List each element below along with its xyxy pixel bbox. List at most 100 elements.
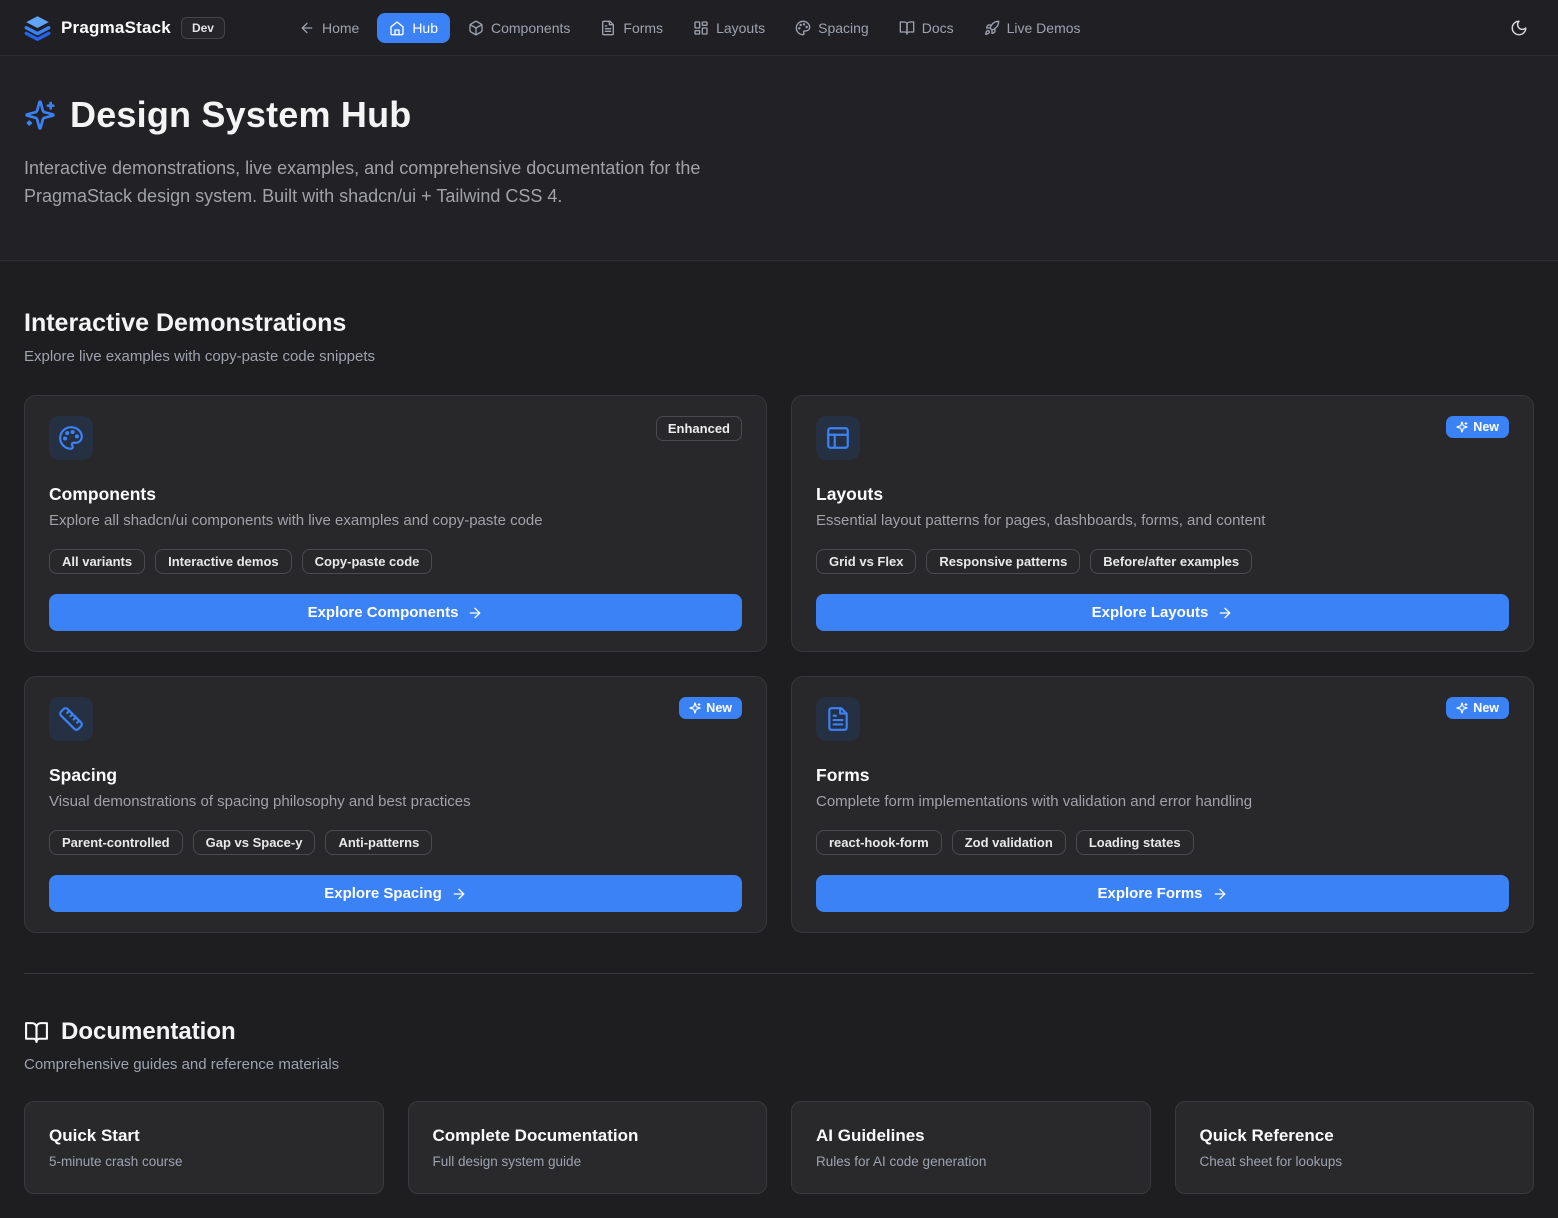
demos-section: Interactive Demonstrations Explore live …	[24, 309, 1534, 933]
nav-label: Docs	[922, 20, 954, 36]
ruler-icon	[49, 697, 93, 741]
doc-card-quick-start[interactable]: Quick Start 5-minute crash course	[24, 1101, 384, 1194]
nav-item-components[interactable]: Components	[456, 13, 582, 43]
badge-label: New	[1473, 701, 1499, 715]
main-nav: Home Hub Components Forms Layouts	[287, 13, 1093, 43]
brand-name: PragmaStack	[61, 18, 171, 38]
documentation-heading: Documentation	[61, 1018, 236, 1046]
doc-card-grid: Quick Start 5-minute crash course Comple…	[24, 1101, 1534, 1194]
arrow-right-icon	[1212, 886, 1228, 902]
doc-card-title: Complete Documentation	[433, 1126, 743, 1146]
doc-card-title: Quick Reference	[1200, 1126, 1510, 1146]
palette-icon	[49, 416, 93, 460]
card-description: Essential layout patterns for pages, das…	[816, 512, 1509, 529]
book-open-icon	[24, 1020, 49, 1045]
book-open-icon	[899, 20, 915, 36]
tag-row: react-hook-form Zod validation Loading s…	[816, 830, 1509, 855]
layers-logo-icon	[24, 14, 51, 41]
tag-row: Grid vs Flex Responsive patterns Before/…	[816, 549, 1509, 574]
env-badge: Dev	[181, 17, 225, 39]
doc-card-description: Cheat sheet for lookups	[1200, 1154, 1510, 1169]
demo-card-layouts: New Layouts Essential layout patterns fo…	[791, 395, 1534, 652]
badge-label: New	[706, 701, 732, 715]
nav-item-home[interactable]: Home	[287, 13, 371, 43]
demo-card-grid: Enhanced Components Explore all shadcn/u…	[24, 395, 1534, 933]
doc-card-complete-documentation[interactable]: Complete Documentation Full design syste…	[408, 1101, 768, 1194]
nav-label: Layouts	[716, 20, 765, 36]
top-navbar: PragmaStack Dev Home Hub Components Fo	[0, 0, 1558, 56]
tag-badge: react-hook-form	[816, 830, 942, 855]
tag-row: Parent-controlled Gap vs Space-y Anti-pa…	[49, 830, 742, 855]
panels-top-left-icon	[816, 416, 860, 460]
nav-label: Forms	[623, 20, 663, 36]
new-badge: New	[1446, 416, 1509, 438]
card-title: Layouts	[816, 484, 1509, 505]
tag-badge: Before/after examples	[1090, 549, 1252, 574]
hero-section: Design System Hub Interactive demonstrat…	[0, 56, 1558, 261]
tag-badge: Interactive demos	[155, 549, 292, 574]
sparkles-icon	[24, 99, 56, 131]
card-description: Visual demonstrations of spacing philoso…	[49, 793, 742, 810]
tag-badge: Anti-patterns	[325, 830, 432, 855]
section-divider	[24, 973, 1534, 974]
arrow-left-icon	[299, 20, 315, 36]
demos-subheading: Explore live examples with copy-paste co…	[24, 348, 1534, 365]
tag-badge: Loading states	[1076, 830, 1194, 855]
explore-layouts-button[interactable]: Explore Layouts	[816, 594, 1509, 631]
button-label: Explore Layouts	[1092, 604, 1209, 621]
button-label: Explore Spacing	[324, 885, 442, 902]
card-title: Spacing	[49, 765, 742, 786]
layout-grid-icon	[693, 20, 709, 36]
doc-card-title: AI Guidelines	[816, 1126, 1126, 1146]
theme-toggle-button[interactable]	[1504, 13, 1534, 43]
explore-components-button[interactable]: Explore Components	[49, 594, 742, 631]
tag-badge: Zod validation	[952, 830, 1066, 855]
file-text-icon	[600, 20, 616, 36]
nav-item-hub[interactable]: Hub	[377, 13, 450, 43]
explore-spacing-button[interactable]: Explore Spacing	[49, 875, 742, 912]
page-title: Design System Hub	[70, 94, 411, 136]
nav-label: Home	[322, 20, 359, 36]
sparkles-icon	[1456, 421, 1468, 433]
nav-item-docs[interactable]: Docs	[887, 13, 966, 43]
new-badge: New	[679, 697, 742, 719]
nav-label: Live Demos	[1007, 20, 1081, 36]
doc-card-description: Rules for AI code generation	[816, 1154, 1126, 1169]
main-content: Interactive Demonstrations Explore live …	[0, 309, 1558, 1194]
arrow-right-icon	[1217, 605, 1233, 621]
tag-badge: Grid vs Flex	[816, 549, 916, 574]
doc-card-title: Quick Start	[49, 1126, 359, 1146]
arrow-right-icon	[451, 886, 467, 902]
brand[interactable]: PragmaStack Dev	[24, 14, 225, 41]
sparkles-icon	[1456, 702, 1468, 714]
nav-item-spacing[interactable]: Spacing	[783, 13, 881, 43]
tag-badge: Responsive patterns	[926, 549, 1080, 574]
doc-card-quick-reference[interactable]: Quick Reference Cheat sheet for lookups	[1175, 1101, 1535, 1194]
nav-label: Spacing	[818, 20, 869, 36]
nav-item-live-demos[interactable]: Live Demos	[972, 13, 1093, 43]
doc-card-description: 5-minute crash course	[49, 1154, 359, 1169]
moon-icon	[1510, 19, 1528, 37]
doc-card-ai-guidelines[interactable]: AI Guidelines Rules for AI code generati…	[791, 1101, 1151, 1194]
nav-item-forms[interactable]: Forms	[588, 13, 675, 43]
button-label: Explore Forms	[1097, 885, 1202, 902]
card-title: Components	[49, 484, 742, 505]
explore-forms-button[interactable]: Explore Forms	[816, 875, 1509, 912]
nav-label: Hub	[412, 20, 438, 36]
package-icon	[468, 20, 484, 36]
tag-badge: Gap vs Space-y	[193, 830, 316, 855]
sparkles-icon	[689, 702, 701, 714]
file-text-icon	[816, 697, 860, 741]
home-icon	[389, 20, 405, 36]
doc-card-description: Full design system guide	[433, 1154, 743, 1169]
palette-icon	[795, 20, 811, 36]
demo-card-components: Enhanced Components Explore all shadcn/u…	[24, 395, 767, 652]
nav-item-layouts[interactable]: Layouts	[681, 13, 777, 43]
nav-label: Components	[491, 20, 570, 36]
tag-badge: Parent-controlled	[49, 830, 183, 855]
documentation-section: Documentation Comprehensive guides and r…	[24, 1018, 1534, 1194]
button-label: Explore Components	[308, 604, 459, 621]
arrow-right-icon	[467, 605, 483, 621]
tag-badge: All variants	[49, 549, 145, 574]
new-badge: New	[1446, 697, 1509, 719]
